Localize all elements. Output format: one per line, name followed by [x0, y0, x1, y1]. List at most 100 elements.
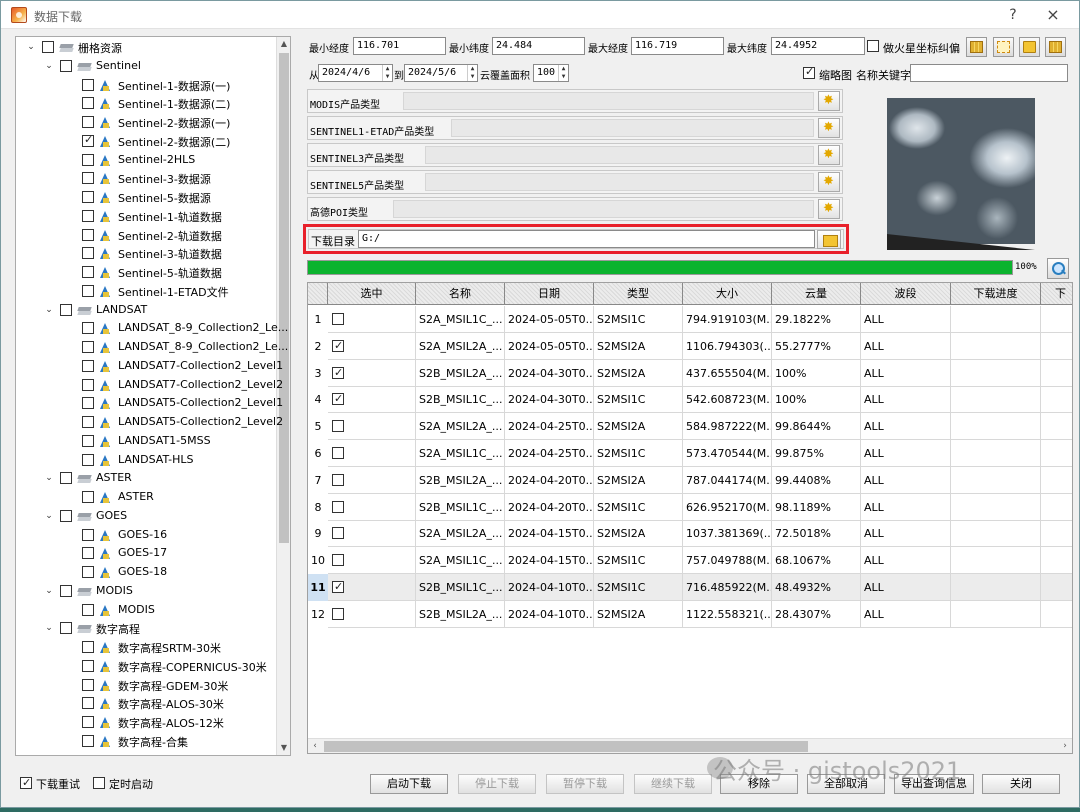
column-header[interactable]: 波段	[861, 283, 951, 305]
tree-item[interactable]: Sentinel-5-数据源	[16, 188, 278, 207]
min-lon-input[interactable]: 116.701	[353, 37, 446, 55]
tree-item[interactable]: LANDSAT1-5MSS	[16, 432, 278, 451]
row-select-checkbox[interactable]	[332, 554, 344, 567]
tree-checkbox[interactable]	[82, 378, 94, 391]
tree-item[interactable]: MODIS	[16, 601, 278, 620]
tree-checkbox[interactable]	[82, 566, 94, 578]
product-type-field[interactable]	[393, 200, 814, 218]
tree-checkbox[interactable]	[82, 659, 94, 672]
mars-correction-checkbox[interactable]	[867, 40, 879, 52]
tree-item[interactable]: ASTER	[16, 488, 278, 507]
tree-checkbox[interactable]	[82, 453, 94, 466]
row-select-checkbox[interactable]	[332, 365, 344, 381]
resource-tree[interactable]: ▲ ▼ ⌄ 栅格资源 ⌄ Sentinel Sentinel-1-数据源(一) Senti…	[15, 36, 291, 756]
tree-folder[interactable]: ⌄ 数字高程	[16, 619, 278, 638]
column-header[interactable]: 日期	[505, 283, 594, 305]
row-select-checkbox[interactable]	[332, 579, 344, 595]
expand-chevron-icon[interactable]: ⌄	[44, 305, 54, 315]
tree-checkbox[interactable]	[82, 266, 94, 278]
row-select-checkbox[interactable]	[332, 447, 344, 459]
tree-checkbox[interactable]	[82, 678, 94, 691]
tree-item[interactable]: GOES-16	[16, 526, 278, 545]
row-select-checkbox[interactable]	[332, 607, 344, 620]
expand-chevron-icon[interactable]: ⌄	[44, 61, 54, 71]
column-header[interactable]: 大小	[683, 283, 772, 305]
tree-checkbox[interactable]	[82, 116, 94, 128]
action-button[interactable]: 暂停下载	[546, 774, 624, 794]
min-lat-input[interactable]: 24.484	[492, 37, 585, 55]
column-header[interactable]: 类型	[594, 283, 683, 305]
tree-checkbox[interactable]	[82, 133, 94, 147]
tree-checkbox[interactable]	[82, 734, 94, 747]
tree-item[interactable]: 数字高程-GDEM-30米	[16, 676, 278, 695]
tree-checkbox[interactable]	[82, 603, 94, 616]
max-lon-input[interactable]: 116.719	[631, 37, 724, 55]
tree-checkbox[interactable]	[82, 528, 94, 541]
tree-checkbox[interactable]	[82, 547, 94, 560]
tree-item[interactable]: LANDSAT_8-9_Collection2_Le...	[16, 338, 288, 357]
scroll-right-arrow-icon[interactable]: ›	[1058, 739, 1072, 753]
results-table[interactable]: ‹ › 选中 名称 日期 类型 大小 云量 波段 下载进度下 1 S2A_MSIL1C_... 20…	[307, 282, 1073, 754]
grid-select-button[interactable]	[966, 37, 987, 57]
spin-arrows-icon[interactable]: ▲ ▼	[558, 65, 568, 81]
expand-chevron-icon[interactable]: ⌄	[26, 42, 36, 52]
row-select-checkbox[interactable]	[332, 313, 344, 325]
tree-item[interactable]: 数字高程SRTM-30米	[16, 638, 278, 657]
tree-item[interactable]: GOES-18	[16, 563, 278, 582]
search-button[interactable]	[1047, 258, 1069, 279]
tree-checkbox[interactable]	[82, 228, 94, 241]
product-type-field[interactable]	[403, 92, 814, 110]
tree-folder[interactable]: ⌄ LANDSAT	[16, 301, 278, 320]
tree-checkbox[interactable]	[82, 97, 94, 110]
tree-item[interactable]: 数字高程-ALOS-30米	[16, 694, 278, 713]
product-type-field[interactable]	[425, 173, 814, 191]
tree-checkbox[interactable]	[82, 416, 94, 428]
tree-checkbox[interactable]	[82, 284, 94, 297]
tree-checkbox[interactable]	[82, 641, 94, 653]
expand-chevron-icon[interactable]: ⌄	[44, 623, 54, 633]
tree-checkbox[interactable]	[60, 303, 72, 316]
tree-item[interactable]: 数字高程-合集	[16, 732, 278, 751]
action-button[interactable]: 继续下载	[634, 774, 712, 794]
action-button[interactable]: 关闭	[982, 774, 1060, 794]
tile-button[interactable]	[1045, 37, 1066, 57]
expand-chevron-icon[interactable]: ⌄	[44, 586, 54, 596]
scroll-left-arrow-icon[interactable]: ‹	[308, 739, 322, 753]
tree-item[interactable]: LANDSAT5-Collection2_Level1	[16, 394, 283, 413]
action-button[interactable]: 停止下载	[458, 774, 536, 794]
expand-chevron-icon[interactable]: ⌄	[44, 511, 54, 521]
row-select-checkbox[interactable]	[332, 338, 344, 354]
tree-item[interactable]: Sentinel-2-数据源(一)	[16, 113, 278, 132]
tree-item[interactable]: LANDSAT7-Collection2_Level2	[16, 376, 283, 395]
column-header[interactable]: 下	[1041, 283, 1072, 305]
tree-item[interactable]: LANDSAT_8-9_Collection2_Le...	[16, 319, 288, 338]
tree-checkbox[interactable]	[82, 191, 94, 203]
column-header[interactable]: 选中	[328, 283, 416, 305]
tree-checkbox[interactable]	[60, 509, 72, 522]
spin-arrows-icon[interactable]: ▲ ▼	[467, 65, 477, 81]
tree-item[interactable]: GOES-17	[16, 544, 278, 563]
scroll-down-arrow-icon[interactable]: ▼	[277, 741, 290, 755]
timer-checkbox[interactable]	[93, 777, 105, 789]
row-select-checkbox[interactable]	[332, 473, 344, 486]
tree-checkbox[interactable]	[82, 341, 94, 353]
tree-item[interactable]: LANDSAT5-Collection2_Level2	[16, 413, 283, 432]
download-dir-input[interactable]: G:/	[358, 230, 815, 248]
tree-checkbox[interactable]	[82, 172, 94, 185]
tree-item[interactable]: LANDSAT-HLS	[16, 451, 278, 470]
row-select-checkbox[interactable]	[332, 500, 344, 513]
settings-gear-button[interactable]	[818, 91, 840, 111]
tree-item[interactable]: Sentinel-1-ETAD文件	[16, 282, 278, 301]
row-select-checkbox[interactable]	[332, 420, 344, 433]
tree-checkbox[interactable]	[82, 247, 94, 260]
settings-gear-button[interactable]	[818, 145, 840, 165]
tree-checkbox[interactable]	[82, 491, 94, 503]
tree-checkbox[interactable]	[60, 584, 72, 597]
tree-folder[interactable]: ⌄ ASTER	[16, 469, 278, 488]
tree-item[interactable]: 数字高程-ALOS-12米	[16, 713, 278, 732]
tree-folder[interactable]: ⌄ 栅格资源	[16, 38, 278, 57]
browse-folder-button[interactable]	[817, 230, 841, 249]
tree-item[interactable]: Sentinel-1-轨道数据	[16, 207, 278, 226]
tree-item[interactable]: Sentinel-2-轨道数据	[16, 226, 278, 245]
open-folder-button[interactable]	[1019, 37, 1040, 57]
